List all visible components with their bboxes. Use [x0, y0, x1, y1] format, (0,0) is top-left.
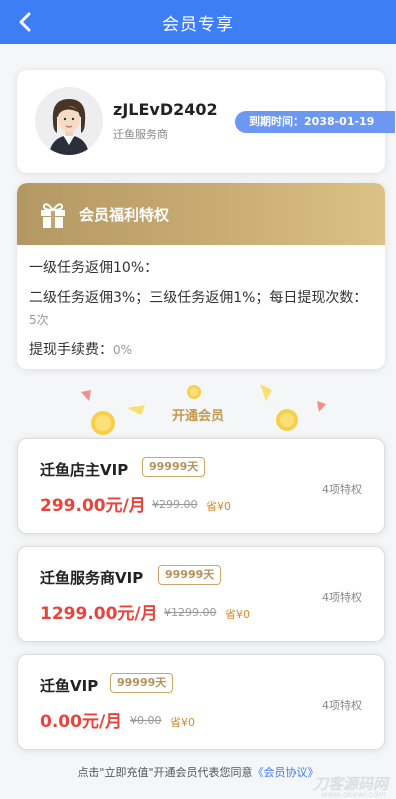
plan-name: 迁鱼服务商VIP [40, 569, 144, 587]
username: zJLEvD2402 [113, 100, 218, 119]
footer-note-text: 点击"立即充值"开通会员代表您同意 [77, 766, 253, 779]
avatar [35, 87, 103, 155]
plan-days-badge: 99999天 [110, 673, 174, 693]
benefit-line-3: 提现手续费：0% [29, 339, 373, 361]
plan-savings: 省¥0 [206, 500, 231, 513]
benefit-body: 一级任务返佣10%： 二级任务返佣3%；三级任务返佣1%；每日提现次数： 5次 提… [17, 245, 385, 361]
benefit-line-3-text: 提现手续费： [29, 342, 113, 358]
plan-price: 1299.00元/月 [40, 604, 158, 624]
plan-original-price: ¥0.00 [130, 714, 162, 727]
membership-agreement-link[interactable]: 《会员协议》 [253, 766, 319, 779]
gift-icon [41, 203, 65, 228]
benefit-line-1: 一级任务返佣10%： [29, 260, 159, 276]
user-role: 迁鱼服务商 [113, 128, 168, 141]
open-membership-title: 开通会员 [171, 409, 224, 424]
top-bar: 会员专享 [0, 0, 396, 44]
page-title: 会员专享 [162, 14, 234, 35]
plan-privileges: 4项特权 [322, 699, 362, 712]
plan-days-badge: 99999天 [158, 565, 222, 585]
expire-badge: 到期时间：2038-01-19 [235, 111, 395, 133]
benefit-title: 会员福利特权 [79, 205, 170, 224]
benefit-line-2: 二级任务返佣3%；三级任务返佣1%；每日提现次数： 5次 [29, 287, 373, 331]
benefit-header: 会员福利特权 [17, 183, 385, 245]
plan-days-badge: 99999天 [142, 457, 206, 477]
plan-price: 0.00元/月 [40, 712, 123, 732]
benefit-card: 会员福利特权 一级任务返佣10%： 二级任务返佣3%；三级任务返佣1%；每日提现… [17, 183, 385, 369]
ribbon-icon [81, 390, 91, 401]
plan-card[interactable]: 迁鱼VIP 99999天 0.00元/月 ¥0.00 省¥0 4项特权 [17, 654, 385, 750]
benefit-line-2-value: 5次 [29, 313, 49, 327]
open-membership-section: 开通会员 [0, 376, 396, 436]
avatar-image [35, 87, 103, 155]
plan-savings: 省¥0 [225, 608, 250, 621]
plan-name: 迁鱼店主VIP [40, 461, 129, 479]
plan-savings: 省¥0 [170, 716, 195, 729]
benefit-line-3-value: 0% [113, 343, 133, 357]
benefit-line-2-text: 二级任务返佣3%；三级任务返佣1%；每日提现次数： [29, 290, 368, 306]
watermark-url: www.dkewl.com [321, 790, 386, 799]
back-button[interactable] [12, 8, 38, 36]
plan-card[interactable]: 迁鱼服务商VIP 99999天 1299.00元/月 ¥1299.00 省¥0 … [17, 546, 385, 642]
plan-card[interactable]: 迁鱼店主VIP 99999天 299.00元/月 ¥299.00 省¥0 4项特… [17, 438, 385, 534]
plan-original-price: ¥299.00 [152, 498, 198, 511]
plan-price: 299.00元/月 [40, 496, 146, 516]
plan-privileges: 4项特权 [322, 591, 362, 604]
profile-card: zJLEvD2402 迁鱼服务商 到期时间：2038-01-19 [17, 70, 395, 173]
plan-name: 迁鱼VIP [40, 677, 99, 695]
plan-original-price: ¥1299.00 [164, 606, 217, 619]
coin-icon [187, 385, 201, 399]
chevron-left-icon [19, 12, 31, 32]
ribbon-icon [260, 384, 272, 401]
plan-privileges: 4项特权 [322, 483, 362, 496]
